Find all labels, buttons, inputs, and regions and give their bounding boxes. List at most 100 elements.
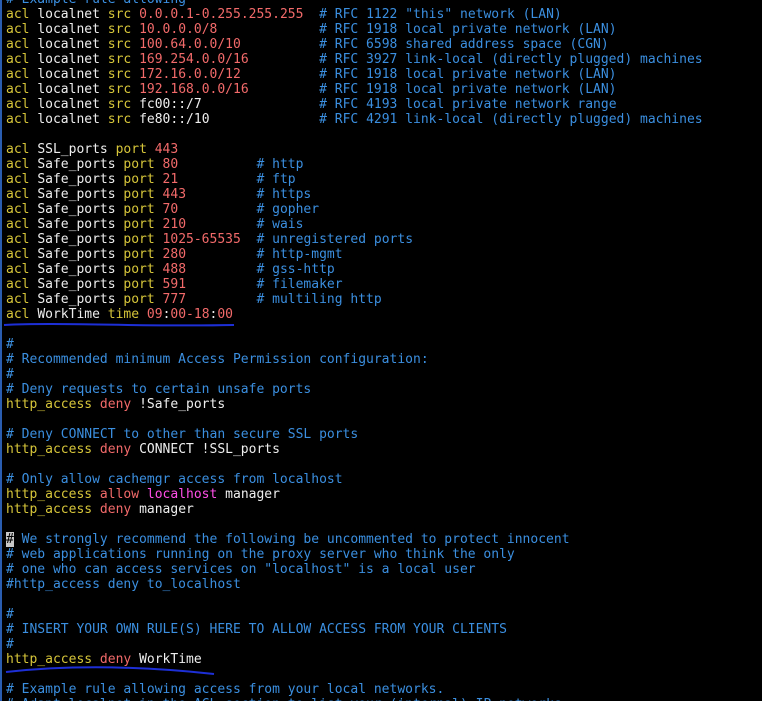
code-token: src [107, 37, 140, 52]
code-token: # RFC 1918 local private network (LAN) [240, 67, 617, 82]
code-token: 00-18 [170, 307, 210, 322]
terminal-editor[interactable]: # Example rule allowingacl localnet src … [0, 0, 762, 701]
code-line[interactable]: acl Safe_ports port 591 # filemaker [6, 277, 343, 292]
code-line[interactable]: acl localnet src fe80::/10 # RFC 4291 li… [6, 112, 703, 127]
code-line[interactable]: # Example rule allowing [6, 0, 186, 7]
code-token: acl [6, 22, 38, 37]
code-token: fc00::/7 [139, 97, 202, 112]
code-line[interactable]: acl Safe_ports port 443 # https [6, 187, 311, 202]
code-line[interactable]: http_access deny WorkTime [6, 652, 202, 667]
code-token: 488 [162, 262, 187, 277]
code-line[interactable]: acl Safe_ports port 1025-65535 # unregis… [6, 232, 413, 247]
code-token: acl [6, 262, 38, 277]
code-token: acl [6, 292, 38, 307]
code-line[interactable]: acl Safe_ports port 80 # http [6, 157, 303, 172]
code-token: 169.254.0.0/16 [139, 52, 249, 67]
code-token: WorkTime [139, 652, 202, 667]
code-token: src [107, 22, 140, 37]
code-line[interactable]: # Adapt localnet in the ACL section to l… [6, 697, 562, 701]
code-token: deny [99, 442, 140, 457]
code-token: port [123, 232, 163, 247]
code-token: src [107, 97, 140, 112]
code-line[interactable]: acl Safe_ports port 280 # http-mgmt [6, 247, 343, 262]
worktime-acl-underline [3, 323, 235, 327]
code-token: localnet [37, 67, 108, 82]
code-line[interactable]: acl localnet src 10.0.0.0/8 # RFC 1918 l… [6, 22, 617, 37]
code-token: acl [6, 7, 38, 22]
code-token: # multiling http [186, 292, 382, 307]
code-line[interactable]: acl localnet src 100.64.0.0/10 # RFC 659… [6, 37, 609, 52]
code-token: localnet [37, 97, 108, 112]
code-line[interactable]: acl Safe_ports port 777 # multiling http [6, 292, 382, 307]
code-line[interactable]: http_access deny !Safe_ports [6, 397, 225, 412]
code-token: manager [225, 487, 280, 502]
code-token: # RFC 6598 shared address space (CGN) [240, 37, 609, 52]
code-token: port [123, 172, 163, 187]
code-line[interactable]: acl Safe_ports port 488 # gss-http [6, 262, 335, 277]
code-line[interactable]: http_access deny manager [6, 502, 194, 517]
code-token: acl [6, 157, 38, 172]
code-token: # gss-http [186, 262, 335, 277]
code-token: acl [6, 187, 38, 202]
code-line[interactable]: # Only allow cachemgr access from localh… [6, 472, 343, 487]
code-token: src [107, 7, 140, 22]
code-line[interactable]: # INSERT YOUR OWN RULE(S) HERE TO ALLOW … [6, 622, 507, 637]
code-line[interactable]: acl localnet src 169.254.0.0/16 # RFC 39… [6, 52, 703, 67]
code-token: Safe_ports [37, 232, 124, 247]
code-line[interactable]: http_access deny CONNECT !SSL_ports [6, 442, 280, 457]
code-token: # Deny CONNECT to other than secure SSL … [6, 427, 359, 442]
code-token: Safe_ports [37, 262, 124, 277]
code-token: # Recommended minimum Access Permission … [6, 352, 429, 367]
code-token: WorkTime [37, 307, 108, 322]
code-line[interactable]: acl localnet src 192.168.0.0/16 # RFC 19… [6, 82, 617, 97]
code-token: # INSERT YOUR OWN RULE(S) HERE TO ALLOW … [6, 622, 507, 637]
code-line[interactable]: # Example rule allowing access from your… [6, 682, 444, 697]
code-line[interactable]: # [6, 337, 14, 352]
code-token: 192.168.0.0/16 [139, 82, 249, 97]
code-token: acl [6, 247, 38, 262]
code-line[interactable]: acl localnet src fc00::/7 # RFC 4193 loc… [6, 97, 617, 112]
code-token: deny [99, 652, 140, 667]
code-line[interactable]: acl Safe_ports port 21 # ftp [6, 172, 296, 187]
code-token: port [123, 277, 163, 292]
code-line[interactable]: # web applications running on the proxy … [6, 547, 515, 562]
code-token: 172.16.0.0/12 [139, 67, 241, 82]
code-token: # RFC 1918 local private network (LAN) [217, 22, 617, 37]
code-token: Safe_ports [37, 277, 124, 292]
code-token: # Only allow cachemgr access from localh… [6, 472, 343, 487]
code-line[interactable]: acl localnet src 172.16.0.0/12 # RFC 191… [6, 67, 617, 82]
code-token: localnet [37, 82, 108, 97]
code-token: # RFC 1918 local private network (LAN) [248, 82, 617, 97]
code-line[interactable]: # one who can access services on "localh… [6, 562, 476, 577]
code-line[interactable]: # [6, 607, 14, 622]
code-token: acl [6, 52, 38, 67]
code-line[interactable]: # [6, 367, 14, 382]
code-token: 280 [162, 247, 187, 262]
code-line[interactable]: # We strongly recommend the following be… [6, 532, 570, 547]
code-line[interactable]: acl Safe_ports port 210 # wais [6, 217, 303, 232]
code-token: port [115, 142, 155, 157]
code-line[interactable]: # Recommended minimum Access Permission … [6, 352, 429, 367]
code-token: acl [6, 232, 38, 247]
code-token: localnet [37, 7, 108, 22]
code-token: port [123, 187, 163, 202]
code-token: # Adapt localnet in the ACL section to l… [6, 697, 562, 701]
code-line[interactable]: acl WorkTime time 09:00-18:00 [6, 307, 233, 322]
code-token: acl [6, 202, 38, 217]
code-token: CONNECT !SSL_ports [139, 442, 280, 457]
code-line[interactable]: acl SSL_ports port 443 [6, 142, 178, 157]
code-line[interactable]: # Deny CONNECT to other than secure SSL … [6, 427, 358, 442]
code-line[interactable]: acl localnet src 0.0.0.1-0.255.255.255 #… [6, 7, 562, 22]
code-token: 591 [162, 277, 187, 292]
code-token: 777 [162, 292, 187, 307]
code-token: # [6, 637, 14, 652]
code-line[interactable]: http_access allow localhost manager [6, 487, 280, 502]
code-token: time [107, 307, 147, 322]
code-token: src [107, 52, 140, 67]
code-line[interactable]: acl Safe_ports port 70 # gopher [6, 202, 319, 217]
code-line[interactable]: # Deny requests to certain unsafe ports [6, 382, 311, 397]
code-token: port [123, 217, 163, 232]
code-line[interactable]: #http_access deny to_localhost [6, 577, 241, 592]
code-line[interactable]: # [6, 637, 14, 652]
code-token: acl [6, 307, 38, 322]
